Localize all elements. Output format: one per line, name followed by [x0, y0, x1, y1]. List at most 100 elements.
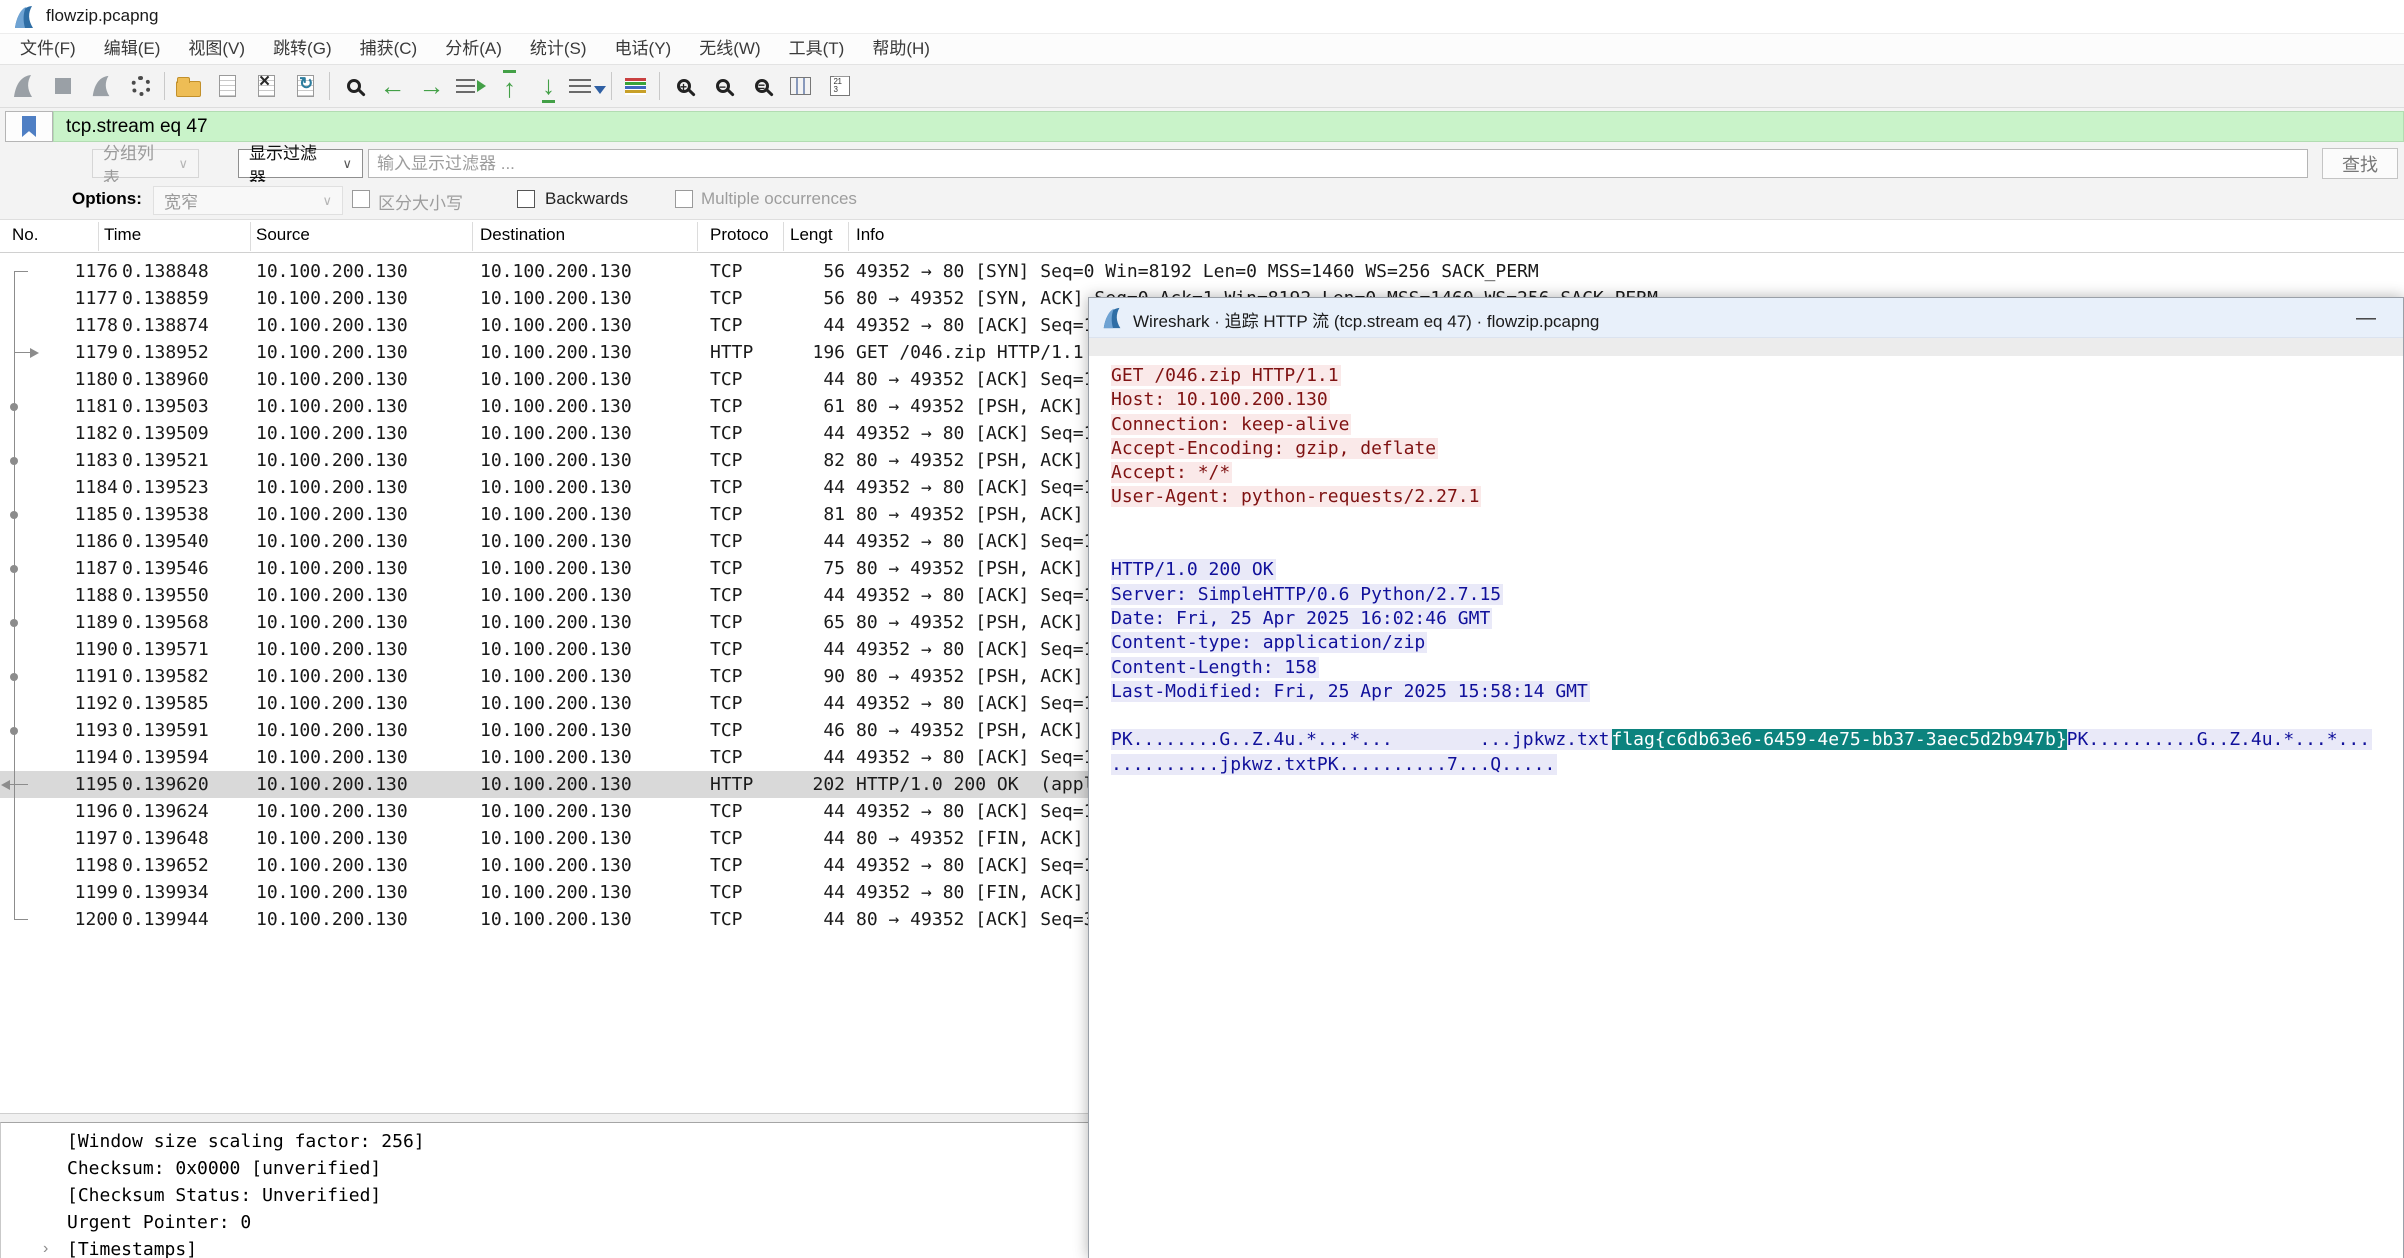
- case-sensitive-checkbox[interactable]: [352, 190, 370, 208]
- search-width-select[interactable]: 宽窄 ∨: [153, 186, 343, 215]
- filter-bookmark-button[interactable]: [5, 111, 53, 142]
- related-packet-dot: [10, 403, 18, 411]
- detail-field[interactable]: Checksum: 0x0000 [unverified]: [67, 1155, 381, 1182]
- case-sensitive-label: 区分大小写: [378, 189, 463, 214]
- packet-list-header[interactable]: No. Time Source Destination Protoco Lengt Info: [0, 220, 2404, 253]
- cell-source: 10.100.200.130: [256, 690, 408, 717]
- client-stream-line: GET /046.zip HTTP/1.1: [1111, 365, 1341, 386]
- menu-item-file[interactable]: 文件(F): [6, 34, 90, 64]
- go-to-bottom-icon[interactable]: ↓: [529, 68, 568, 104]
- menu-item-analyze[interactable]: 分析(A): [431, 34, 516, 64]
- follow-stream-dialog: Wireshark · 追踪 HTTP 流 (tcp.stream eq 47)…: [1088, 297, 2404, 1258]
- go-forward-icon[interactable]: →: [412, 68, 451, 104]
- cell-info: 80 → 49352 [PSH, ACK]: [856, 717, 1084, 744]
- reload-file-icon[interactable]: ↻: [286, 68, 325, 104]
- backwards-label: Backwards: [545, 189, 628, 209]
- minimize-button[interactable]: —: [2343, 302, 2389, 334]
- cell-destination: 10.100.200.130: [480, 717, 632, 744]
- close-file-icon[interactable]: ×: [247, 68, 286, 104]
- cell-protocol: TCP: [710, 528, 743, 555]
- restart-capture-icon[interactable]: [82, 68, 121, 104]
- cell-info: 49352 → 80 [ACK] Seq=1: [856, 474, 1094, 501]
- find-packet-icon[interactable]: [334, 68, 373, 104]
- go-back-icon[interactable]: ←: [373, 68, 412, 104]
- detail-field[interactable]: [Checksum Status: Unverified]: [67, 1182, 381, 1209]
- client-stream-line: Accept: */*: [1111, 462, 1232, 483]
- cell-info: 49352 → 80 [ACK] Seq=1: [856, 744, 1094, 771]
- stream-line: HTTP/1.0 200 OK: [1111, 558, 2372, 582]
- cell-info: 49352 → 80 [FIN, ACK]: [856, 879, 1084, 906]
- open-file-icon[interactable]: [169, 68, 208, 104]
- search-scope-select[interactable]: 分组列表 ∨: [92, 149, 199, 178]
- cell-source: 10.100.200.130: [256, 420, 408, 447]
- menu-item-view[interactable]: 视图(V): [174, 34, 259, 64]
- server-stream-line: Content-Length: 158: [1111, 657, 1319, 678]
- detail-field[interactable]: [Window size scaling factor: 256]: [67, 1128, 425, 1155]
- column-separator[interactable]: [783, 222, 784, 251]
- menu-item-help[interactable]: 帮助(H): [858, 34, 944, 64]
- column-separator[interactable]: [697, 222, 698, 251]
- column-separator[interactable]: [98, 222, 99, 251]
- column-separator[interactable]: [472, 222, 473, 251]
- menu-item-tools[interactable]: 工具(T): [775, 34, 859, 64]
- column-header-lengt[interactable]: Lengt: [790, 225, 833, 245]
- column-header-protoco[interactable]: Protoco: [710, 225, 769, 245]
- cell-protocol: TCP: [710, 636, 743, 663]
- go-to-top-icon[interactable]: ↑: [490, 68, 529, 104]
- related-packet-dot: [10, 673, 18, 681]
- cell-no: 1198: [33, 852, 118, 879]
- column-layout-icon[interactable]: 12 3: [820, 68, 859, 104]
- column-header-no[interactable]: No.: [12, 225, 38, 245]
- cell-info: 49352 → 80 [ACK] Seq=1: [856, 582, 1094, 609]
- save-file-icon[interactable]: [208, 68, 247, 104]
- dialog-title: Wireshark · 追踪 HTTP 流 (tcp.stream eq 47)…: [1133, 307, 1599, 332]
- column-header-source[interactable]: Source: [256, 225, 310, 245]
- zoom-out-icon[interactable]: −: [703, 68, 742, 104]
- column-header-time[interactable]: Time: [104, 225, 141, 245]
- cell-no: 1185: [33, 501, 118, 528]
- go-to-packet-icon[interactable]: [451, 68, 490, 104]
- menu-item-capture[interactable]: 捕获(C): [346, 34, 432, 64]
- cell-info: HTTP/1.0 200 OK (appl: [856, 771, 1094, 798]
- cell-source: 10.100.200.130: [256, 879, 408, 906]
- detail-field[interactable]: Urgent Pointer: 0: [67, 1209, 251, 1236]
- column-header-info[interactable]: Info: [856, 225, 884, 245]
- dialog-titlebar[interactable]: Wireshark · 追踪 HTTP 流 (tcp.stream eq 47)…: [1089, 298, 2403, 338]
- cell-destination: 10.100.200.130: [480, 636, 632, 663]
- menu-item-statistics[interactable]: 统计(S): [516, 34, 601, 64]
- cell-protocol: TCP: [710, 744, 743, 771]
- capture-options-icon[interactable]: [121, 68, 160, 104]
- menu-item-go[interactable]: 跳转(G): [259, 34, 346, 64]
- search-input[interactable]: [368, 149, 2308, 178]
- cell-no: 1199: [33, 879, 118, 906]
- cell-destination: 10.100.200.130: [480, 798, 632, 825]
- expand-chevron-icon[interactable]: ›: [43, 1240, 48, 1258]
- multiple-occurrences-checkbox[interactable]: [675, 190, 693, 208]
- colorize-icon[interactable]: [616, 68, 655, 104]
- menu-item-telephony[interactable]: 电话(Y): [601, 34, 686, 64]
- zoom-in-icon[interactable]: +: [664, 68, 703, 104]
- stop-capture-icon[interactable]: [43, 68, 82, 104]
- cell-destination: 10.100.200.130: [480, 582, 632, 609]
- table-row-packet-1176[interactable]: 11760.13884810.100.200.13010.100.200.130…: [0, 258, 2404, 285]
- find-button[interactable]: 查找: [2322, 148, 2398, 179]
- stream-line: GET /046.zip HTTP/1.1: [1111, 364, 2372, 388]
- auto-scroll-icon[interactable]: [568, 68, 607, 104]
- related-packet-dot: [10, 565, 18, 573]
- column-header-destination[interactable]: Destination: [480, 225, 565, 245]
- column-separator[interactable]: [848, 222, 849, 251]
- backwards-checkbox[interactable]: [517, 190, 535, 208]
- column-separator[interactable]: [250, 222, 251, 251]
- menu-item-edit[interactable]: 编辑(E): [90, 34, 175, 64]
- related-packet-dot: [10, 511, 18, 519]
- display-filter-input[interactable]: tcp.stream eq 47: [53, 111, 2404, 142]
- resize-columns-icon[interactable]: [781, 68, 820, 104]
- menu-item-wireless[interactable]: 无线(W): [685, 34, 774, 64]
- stream-content-area[interactable]: GET /046.zip HTTP/1.1Host: 10.100.200.13…: [1089, 356, 2403, 1258]
- search-type-select[interactable]: 显示过滤器 ∨: [238, 149, 363, 178]
- stream-blank-line: [1111, 704, 2372, 728]
- detail-field[interactable]: [Timestamps]: [67, 1236, 197, 1258]
- cell-protocol: TCP: [710, 420, 743, 447]
- start-capture-icon[interactable]: [4, 68, 43, 104]
- zoom-reset-icon[interactable]: =: [742, 68, 781, 104]
